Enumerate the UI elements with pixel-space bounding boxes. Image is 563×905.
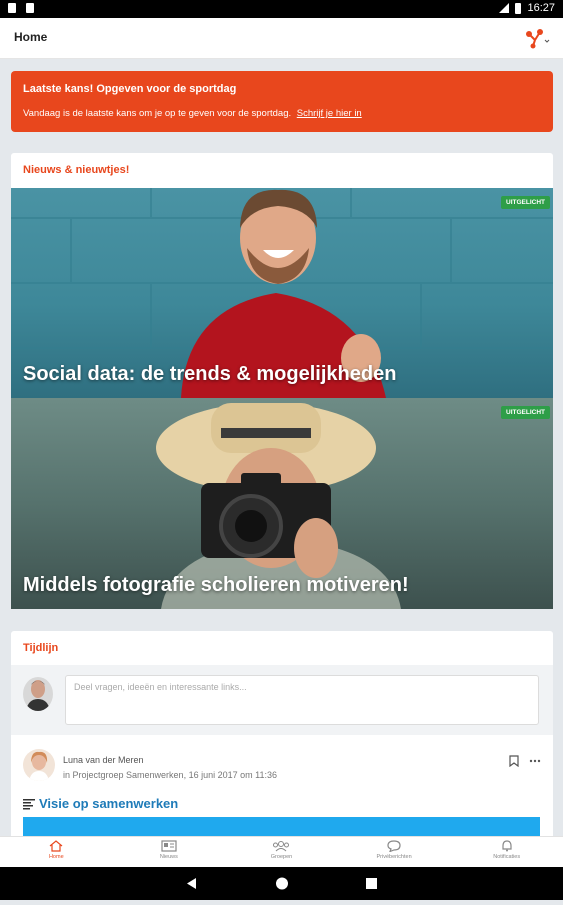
nav-news[interactable]: Nieuws	[113, 837, 226, 868]
compose-row: Deel vragen, ideeën en interessante link…	[11, 665, 553, 735]
post-meta: in Projectgroep Samenwerken, 16 juni 201…	[63, 770, 277, 780]
timeline-section-title: Tijdlijn	[23, 642, 59, 654]
banner-signup-link[interactable]: Schrijf je hier in	[297, 108, 362, 119]
news-article-card[interactable]: UITGELICHT Middels fotografie scholieren…	[11, 398, 553, 609]
featured-badge: UITGELICHT	[501, 406, 550, 419]
nav-notifications[interactable]: Notificaties	[450, 837, 563, 868]
chat-icon	[387, 840, 401, 852]
avatar	[23, 677, 53, 711]
status-time: 16:27	[527, 2, 555, 14]
home-icon	[49, 840, 63, 852]
featured-badge: UITGELICHT	[501, 196, 550, 209]
system-nav-buttons	[187, 877, 377, 890]
post-author[interactable]: Luna van der Meren	[63, 755, 144, 765]
post-title[interactable]: Visie op samenwerken	[23, 796, 178, 811]
nav-groups[interactable]: Groepen	[225, 837, 338, 868]
page-title: Home	[14, 30, 48, 44]
news-section-title: Nieuws & nieuwtjes!	[23, 164, 130, 176]
back-button[interactable]	[187, 878, 196, 889]
author-avatar-icon	[29, 751, 49, 781]
post-actions	[509, 755, 541, 767]
bookmark-icon[interactable]	[509, 755, 519, 767]
user-avatar-icon	[26, 680, 50, 711]
network-logo-icon	[526, 29, 550, 49]
account-switcher-button[interactable]	[523, 26, 551, 50]
news-card: Nieuws & nieuwtjes! UITGELICHT Social da…	[11, 153, 553, 609]
compose-input[interactable]: Deel vragen, ideeën en interessante link…	[65, 675, 539, 725]
post-author-avatar[interactable]	[23, 749, 55, 781]
status-bar: 16:27	[0, 0, 563, 18]
nav-messages[interactable]: Privéberichten	[338, 837, 451, 868]
nav-label: Home	[48, 854, 64, 860]
article-title: Social data: de trends & mogelijkheden	[23, 363, 397, 385]
announcement-banner: Laatste kans! Opgeven voor de sportdag V…	[11, 71, 553, 132]
nav-label: Notificaties	[493, 854, 521, 860]
banner-body: Vandaag is de laatste kans om je op te g…	[23, 108, 362, 119]
banner-text: Vandaag is de laatste kans om je op te g…	[23, 108, 292, 119]
bell-icon	[502, 840, 512, 852]
bottom-navigation: Home Nieuws Groepen Privéberichten Notif…	[0, 836, 563, 868]
nav-label: Privéberichten	[376, 854, 412, 860]
battery-icon	[515, 2, 522, 14]
article-title: Middels fotografie scholieren motiveren!	[23, 574, 409, 596]
timeline-card: Tijdlijn Deel vragen, ideeën en interess…	[11, 631, 553, 841]
post-title-text: Visie op samenwerken	[39, 796, 179, 811]
article-text-icon	[23, 798, 35, 809]
system-navigation-bar	[0, 867, 563, 900]
banner-title: Laatste kans! Opgeven voor de sportdag	[23, 83, 237, 95]
news-icon	[161, 840, 177, 852]
nav-home[interactable]: Home	[0, 837, 113, 868]
more-options-icon[interactable]	[529, 755, 541, 767]
signal-icon	[499, 3, 510, 13]
sd-card-icon	[8, 3, 16, 13]
groups-icon	[273, 841, 290, 852]
news-article-card[interactable]: UITGELICHT Social data: de trends & moge…	[11, 188, 553, 398]
app-bar: Home	[0, 18, 563, 59]
notification-icon	[26, 3, 34, 13]
home-button[interactable]	[276, 877, 288, 890]
recents-button[interactable]	[366, 878, 377, 889]
nav-label: Groepen	[270, 854, 293, 860]
nav-label: Nieuws	[159, 854, 178, 860]
